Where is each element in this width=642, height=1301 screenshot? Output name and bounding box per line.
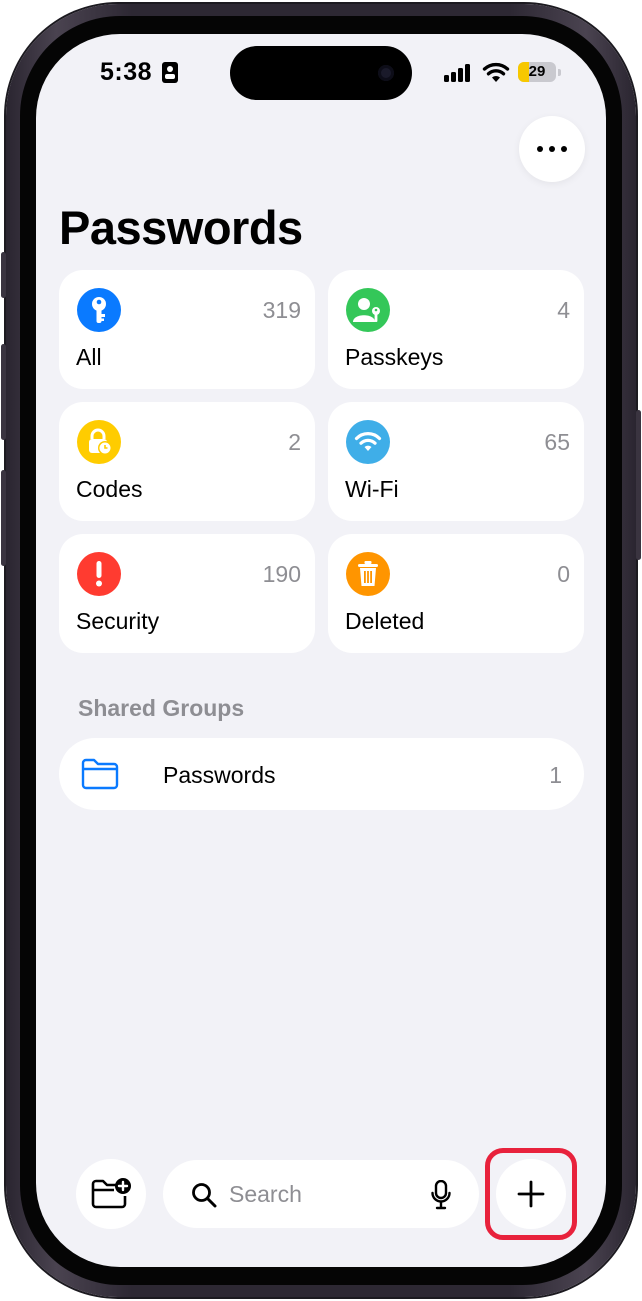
dynamic-island bbox=[230, 46, 412, 100]
folder-plus-icon bbox=[91, 1178, 131, 1209]
tile-count: 190 bbox=[262, 561, 301, 587]
ellipsis-icon bbox=[537, 146, 543, 152]
battery-level: 29 bbox=[528, 63, 546, 80]
exclamation-icon bbox=[77, 552, 121, 596]
search-bar[interactable] bbox=[163, 1160, 479, 1228]
lock-clock-icon bbox=[77, 420, 121, 464]
tile-label: Passkeys bbox=[345, 344, 444, 370]
tile-label: Security bbox=[76, 608, 160, 634]
tile-count: 2 bbox=[288, 429, 301, 455]
add-button[interactable] bbox=[496, 1159, 566, 1229]
shared-groups-header: Shared Groups bbox=[78, 695, 245, 721]
more-button[interactable] bbox=[519, 116, 585, 182]
category-tile-codes[interactable]: 2 Codes bbox=[59, 402, 315, 521]
folder-icon bbox=[81, 758, 119, 790]
screen: 5:38 29 Passwords 319 All 4 Passkeys 2 C… bbox=[36, 34, 606, 1267]
wifi-icon bbox=[346, 420, 390, 464]
tile-label: All bbox=[76, 344, 102, 370]
ellipsis-icon bbox=[549, 146, 555, 152]
trash-icon bbox=[346, 552, 390, 596]
contact-card-icon bbox=[162, 62, 178, 83]
shared-group-label: Passwords bbox=[163, 762, 276, 788]
search-icon bbox=[192, 1183, 217, 1208]
tile-label: Wi-Fi bbox=[345, 476, 399, 502]
action-button bbox=[1, 252, 6, 298]
plus-icon bbox=[517, 1180, 545, 1208]
key-icon bbox=[77, 288, 121, 332]
battery-icon: 29 bbox=[518, 62, 556, 82]
tile-label: Codes bbox=[76, 476, 143, 502]
status-time: 5:38 bbox=[100, 58, 153, 86]
volume-down-button bbox=[1, 470, 6, 566]
category-tile-wifi[interactable]: 65 Wi-Fi bbox=[328, 402, 584, 521]
tile-label: Deleted bbox=[345, 608, 425, 634]
cellular-signal-icon bbox=[444, 64, 474, 82]
category-tile-all[interactable]: 319 All bbox=[59, 270, 315, 389]
page-title: Passwords bbox=[59, 201, 303, 254]
category-tile-passkeys[interactable]: 4 Passkeys bbox=[328, 270, 584, 389]
power-button bbox=[636, 410, 641, 560]
volume-up-button bbox=[1, 344, 6, 440]
tile-count: 319 bbox=[262, 297, 301, 323]
tile-count: 0 bbox=[557, 561, 570, 587]
ellipsis-icon bbox=[561, 146, 567, 152]
tile-count: 65 bbox=[544, 429, 570, 455]
wifi-status-icon bbox=[482, 62, 510, 82]
shared-group-row[interactable]: Passwords 1 bbox=[59, 738, 584, 810]
tile-count: 4 bbox=[557, 297, 570, 323]
microphone-icon[interactable] bbox=[431, 1180, 451, 1210]
category-tile-security[interactable]: 190 Security bbox=[59, 534, 315, 653]
shared-group-count: 1 bbox=[549, 762, 562, 788]
person-key-icon bbox=[346, 288, 390, 332]
new-group-button[interactable] bbox=[76, 1159, 146, 1229]
camera-icon bbox=[378, 65, 394, 81]
category-tile-deleted[interactable]: 0 Deleted bbox=[328, 534, 584, 653]
search-input[interactable] bbox=[229, 1160, 419, 1228]
battery-tip bbox=[558, 69, 561, 76]
